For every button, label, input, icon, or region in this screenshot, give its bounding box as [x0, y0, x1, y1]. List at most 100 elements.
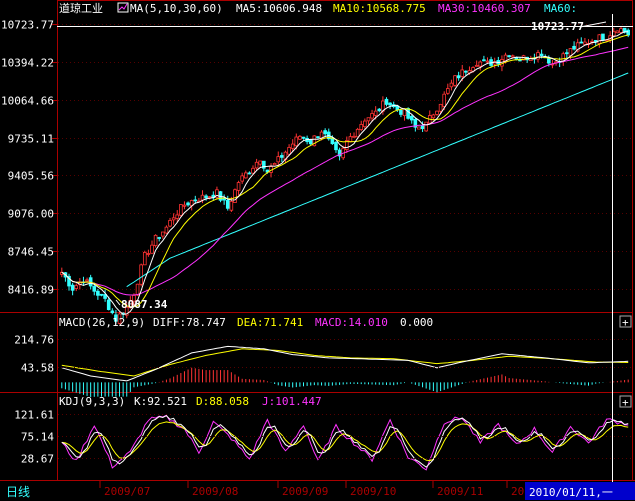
- candle[interactable]: [399, 109, 403, 115]
- candle[interactable]: [323, 130, 327, 135]
- candle[interactable]: [363, 120, 367, 128]
- candle[interactable]: [92, 286, 97, 292]
- candle[interactable]: [207, 196, 212, 199]
- candle[interactable]: [446, 88, 450, 94]
- candle[interactable]: [247, 172, 252, 175]
- candle[interactable]: [626, 29, 630, 36]
- candle[interactable]: [456, 75, 461, 79]
- period-tab[interactable]: 日线: [6, 485, 30, 499]
- candle[interactable]: [352, 135, 356, 138]
- candle[interactable]: [334, 141, 338, 151]
- candle[interactable]: [186, 202, 190, 206]
- candle[interactable]: [243, 172, 248, 179]
- macd-expand-button[interactable]: +: [619, 315, 632, 329]
- candle[interactable]: [258, 160, 263, 165]
- candle[interactable]: [175, 214, 180, 219]
- candle[interactable]: [384, 98, 389, 105]
- candle[interactable]: [431, 114, 436, 119]
- candle[interactable]: [547, 58, 551, 64]
- candle[interactable]: [146, 253, 151, 255]
- candle[interactable]: [150, 244, 154, 254]
- kdj-tick-label: 28.67: [21, 453, 54, 466]
- candle[interactable]: [460, 69, 465, 77]
- candle[interactable]: [298, 135, 302, 140]
- kdj-expand-button[interactable]: +: [619, 395, 632, 409]
- candle[interactable]: [157, 237, 162, 239]
- candle[interactable]: [424, 121, 428, 132]
- candle[interactable]: [565, 52, 569, 55]
- candle[interactable]: [388, 102, 392, 106]
- candle[interactable]: [225, 199, 230, 209]
- candle[interactable]: [449, 82, 454, 88]
- candle[interactable]: [420, 125, 425, 130]
- ma-label: MA(5,10,30,60): [130, 2, 223, 15]
- stock-chart[interactable]: 10723.77 10394.22 10064.66 9735.11 9405.56 90…: [0, 0, 635, 501]
- candle[interactable]: [409, 115, 414, 121]
- candle[interactable]: [179, 204, 183, 216]
- candle[interactable]: [99, 293, 104, 296]
- candle[interactable]: [85, 279, 89, 282]
- candle[interactable]: [251, 167, 255, 174]
- candle[interactable]: [204, 195, 208, 199]
- candle[interactable]: [200, 194, 205, 201]
- candle[interactable]: [294, 136, 299, 147]
- candle[interactable]: [482, 59, 486, 62]
- candle[interactable]: [276, 156, 281, 163]
- candle[interactable]: [442, 93, 447, 107]
- candle[interactable]: [453, 75, 457, 86]
- candle[interactable]: [359, 124, 364, 130]
- candle[interactable]: [474, 64, 479, 67]
- candle[interactable]: [507, 55, 511, 58]
- candle[interactable]: [536, 52, 540, 60]
- candle[interactable]: [583, 41, 587, 45]
- candle[interactable]: [280, 155, 284, 158]
- candle[interactable]: [615, 30, 620, 34]
- candle[interactable]: [96, 290, 100, 296]
- candle[interactable]: [373, 110, 378, 116]
- candle[interactable]: [377, 108, 382, 112]
- candle[interactable]: [161, 231, 165, 237]
- candle[interactable]: [70, 284, 75, 291]
- candle[interactable]: [435, 110, 439, 115]
- candle[interactable]: [301, 136, 306, 139]
- candle[interactable]: [366, 117, 371, 122]
- candle[interactable]: [579, 41, 584, 44]
- candle[interactable]: [74, 285, 79, 289]
- candle[interactable]: [406, 108, 410, 119]
- candle[interactable]: [287, 147, 291, 155]
- candle[interactable]: [254, 161, 259, 169]
- candle[interactable]: [308, 139, 313, 145]
- candle[interactable]: [240, 175, 244, 182]
- candle[interactable]: [485, 60, 490, 63]
- candle[interactable]: [539, 53, 544, 57]
- candle[interactable]: [153, 234, 158, 247]
- candle[interactable]: [135, 283, 140, 296]
- candle[interactable]: [510, 55, 515, 58]
- candle[interactable]: [272, 162, 277, 166]
- candle[interactable]: [572, 45, 576, 50]
- candle[interactable]: [139, 264, 143, 285]
- candle[interactable]: [478, 61, 483, 67]
- candle[interactable]: [110, 310, 115, 314]
- candle[interactable]: [619, 28, 623, 33]
- candle[interactable]: [164, 226, 169, 234]
- candle[interactable]: [597, 34, 602, 44]
- candle[interactable]: [417, 126, 421, 130]
- candle[interactable]: [290, 143, 295, 149]
- candle[interactable]: [236, 182, 241, 191]
- candle[interactable]: [568, 48, 573, 57]
- candle[interactable]: [601, 33, 605, 41]
- candle[interactable]: [142, 252, 147, 266]
- candle[interactable]: [229, 201, 234, 211]
- candle[interactable]: [168, 220, 172, 227]
- candle[interactable]: [464, 70, 468, 73]
- candle[interactable]: [193, 199, 198, 202]
- candle[interactable]: [370, 113, 374, 119]
- candle[interactable]: [316, 136, 320, 139]
- candle[interactable]: [106, 299, 111, 310]
- candle[interactable]: [171, 217, 176, 221]
- candle[interactable]: [355, 128, 360, 138]
- candle[interactable]: [438, 103, 443, 112]
- candle[interactable]: [182, 204, 187, 207]
- candle[interactable]: [233, 189, 237, 203]
